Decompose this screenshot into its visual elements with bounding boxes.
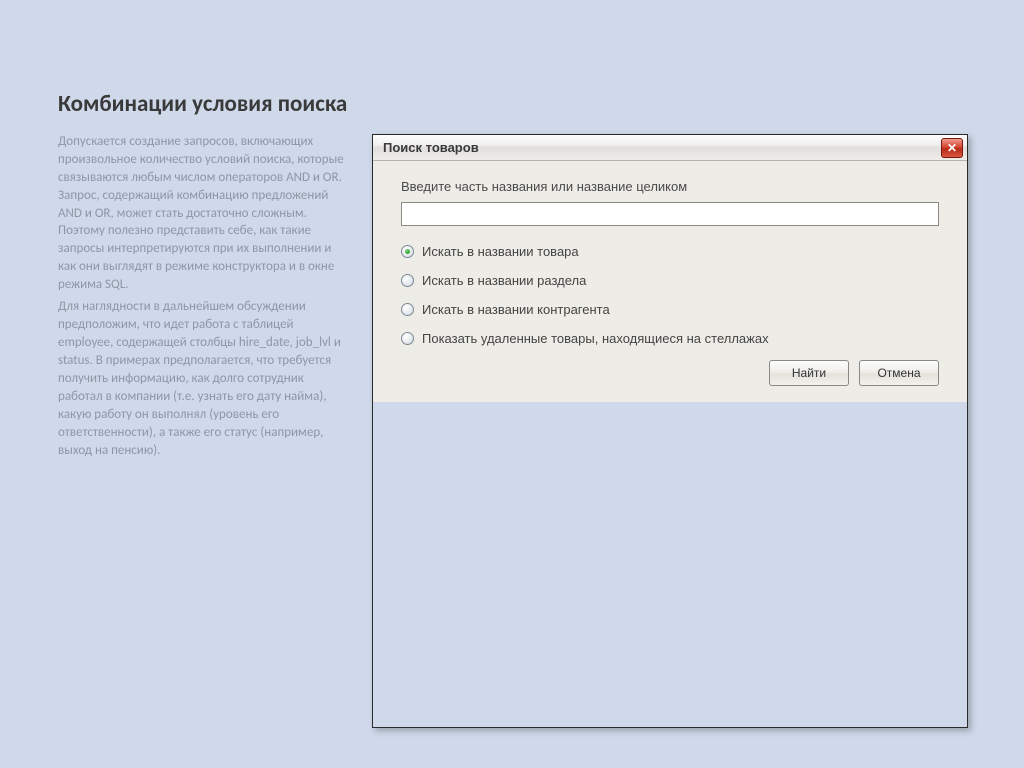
dialog-buttons: Найти Отмена: [401, 360, 939, 386]
find-button[interactable]: Найти: [769, 360, 849, 386]
option-label: Искать в названии товара: [422, 244, 579, 259]
search-dialog: Поиск товаров ✕ Введите часть названия и…: [372, 134, 968, 728]
radio-icon: [401, 332, 414, 345]
radio-icon: [401, 274, 414, 287]
paragraph-2: Для наглядности в дальнейшем обсуждении …: [58, 298, 348, 459]
radio-icon: [401, 245, 414, 258]
option-label: Показать удаленные товары, находящиеся н…: [422, 331, 769, 346]
paragraph-1: Допускается создание запросов, включающи…: [58, 133, 348, 294]
dialog-body: Введите часть названия или название цели…: [373, 161, 967, 402]
option-show-deleted[interactable]: Показать удаленные товары, находящиеся н…: [401, 331, 939, 346]
dialog-title: Поиск товаров: [383, 140, 479, 155]
slide-title: Комбинации условия поиска: [58, 90, 348, 119]
close-button[interactable]: ✕: [941, 138, 963, 158]
radio-icon: [401, 303, 414, 316]
option-search-counterparty[interactable]: Искать в названии контрагента: [401, 302, 939, 317]
cancel-button[interactable]: Отмена: [859, 360, 939, 386]
option-search-product[interactable]: Искать в названии товара: [401, 244, 939, 259]
search-prompt: Введите часть названия или название цели…: [401, 179, 939, 194]
slide-body: Допускается создание запросов, включающи…: [58, 133, 348, 460]
option-search-section[interactable]: Искать в названии раздела: [401, 273, 939, 288]
option-label: Искать в названии контрагента: [422, 302, 610, 317]
dialog-titlebar[interactable]: Поиск товаров ✕: [373, 135, 967, 161]
close-icon: ✕: [947, 142, 957, 154]
option-label: Искать в названии раздела: [422, 273, 586, 288]
search-input[interactable]: [401, 202, 939, 226]
